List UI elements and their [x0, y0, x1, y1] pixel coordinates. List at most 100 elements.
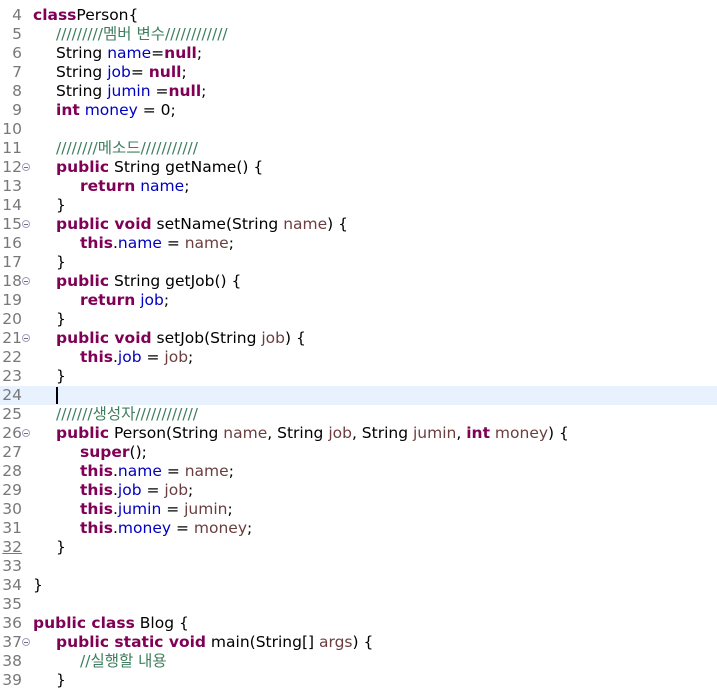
code-token: } — [33, 576, 43, 594]
code-line[interactable]: 35 — [0, 595, 717, 614]
code-text: return name; — [80, 177, 189, 196]
code-line[interactable]: 34} — [0, 576, 717, 595]
code-token: } — [56, 671, 66, 689]
code-token: job — [117, 481, 142, 499]
code-line[interactable]: 6 String name=null; — [0, 44, 717, 63]
code-line[interactable]: 15 public void setName(String name) { — [0, 215, 717, 234]
code-line[interactable]: 12 public String getName() { — [0, 158, 717, 177]
code-line[interactable]: 5 /////////멤버 변수//////////// — [0, 25, 717, 44]
code-token: public — [56, 158, 110, 176]
code-token: setName(String — [151, 215, 284, 233]
code-line[interactable]: 11 ////////메소드/////////// — [0, 139, 717, 158]
collapse-fold-icon[interactable] — [22, 429, 30, 437]
code-line[interactable]: 9 int money = 0; — [0, 101, 717, 120]
line-number: 21 — [2, 329, 22, 347]
code-token: 메소드 — [97, 139, 141, 157]
code-token: = — [171, 519, 194, 537]
code-line[interactable]: 22 this.job = job; — [0, 348, 717, 367]
code-token: ; — [201, 82, 207, 100]
line-number: 32 — [2, 538, 22, 556]
code-line[interactable]: 38 //실행할 내용 — [0, 652, 717, 671]
line-number: 5 — [12, 25, 22, 43]
code-token: Person{ — [76, 6, 139, 24]
code-line[interactable]: 14} — [0, 196, 717, 215]
line-number: 39 — [2, 671, 22, 689]
code-token: this — [80, 481, 113, 499]
code-text: String jumin =null; — [56, 82, 206, 101]
code-token: // — [80, 652, 91, 670]
line-number: 33 — [2, 557, 22, 575]
code-token: ; — [163, 291, 170, 309]
code-token: String — [56, 63, 108, 81]
line-number: 15 — [2, 215, 22, 233]
code-text: int money = 0; — [56, 101, 176, 120]
code-text: } — [56, 367, 66, 386]
collapse-fold-icon[interactable] — [22, 220, 30, 228]
line-number: 12 — [2, 158, 22, 176]
code-token: name — [140, 177, 185, 195]
code-line[interactable]: 32} — [0, 538, 717, 557]
code-line[interactable]: 16 this.name = name; — [0, 234, 717, 253]
code-line[interactable]: 13 return name; — [0, 177, 717, 196]
code-line[interactable]: 29 this.job = job; — [0, 481, 717, 500]
code-line[interactable]: 24 — [0, 386, 717, 405]
code-line[interactable]: 19 return job; — [0, 291, 717, 310]
code-line[interactable]: 4 classPerson{ — [0, 6, 717, 25]
line-number: 30 — [2, 500, 22, 518]
code-token: this — [80, 500, 113, 518]
code-token: ) { — [327, 215, 348, 233]
line-number: 31 — [2, 519, 22, 537]
code-editor[interactable]: 4 classPerson{5/////////멤버 변수////////////… — [0, 0, 717, 692]
line-number: 36 — [2, 614, 22, 632]
code-token: , String — [267, 424, 329, 442]
code-line[interactable]: 26 public Person(String name, String job,… — [0, 424, 717, 443]
collapse-fold-icon[interactable] — [22, 334, 30, 342]
code-text: public void setJob(String job) { — [56, 329, 306, 348]
code-line[interactable]: 21 public void setJob(String job) { — [0, 329, 717, 348]
code-line[interactable]: 30 this.jumin = jumin; — [0, 500, 717, 519]
code-line[interactable]: 8 String jumin =null; — [0, 82, 717, 101]
code-token: job — [164, 348, 189, 366]
code-text: } — [56, 538, 66, 557]
code-text: public Person(String name, String job, S… — [56, 424, 569, 443]
code-token: //////// — [56, 139, 98, 157]
code-token: (); — [129, 443, 147, 461]
code-token: this — [80, 519, 113, 537]
code-line[interactable]: 31 this.money = money; — [0, 519, 717, 538]
code-token: this — [80, 348, 113, 366]
collapse-fold-icon[interactable] — [22, 163, 30, 171]
code-text: } — [56, 671, 66, 690]
collapse-fold-icon[interactable] — [22, 638, 30, 646]
collapse-fold-icon[interactable] — [22, 277, 30, 285]
line-number: 6 — [12, 44, 22, 62]
code-text: } — [56, 196, 66, 215]
code-line[interactable]: 33 — [0, 557, 717, 576]
code-text: public String getName() { — [56, 158, 263, 177]
code-line[interactable]: 23} — [0, 367, 717, 386]
code-line[interactable]: 20} — [0, 310, 717, 329]
code-line[interactable]: 36 public class Blog { — [0, 614, 717, 633]
code-token: this — [80, 234, 113, 252]
code-line[interactable]: 37 public static void main(String[] args)… — [0, 633, 717, 652]
code-token: class — [33, 6, 77, 24]
code-line[interactable]: 10 — [0, 120, 717, 139]
code-line[interactable]: 18 public String getJob() { — [0, 272, 717, 291]
code-text: super(); — [80, 443, 147, 462]
code-line[interactable]: 17} — [0, 253, 717, 272]
code-line[interactable]: 28 this.name = name; — [0, 462, 717, 481]
line-number: 29 — [2, 481, 22, 499]
code-token: jumin — [184, 500, 228, 518]
code-token: args — [318, 633, 353, 651]
line-number: 38 — [2, 652, 22, 670]
line-number: 23 — [2, 367, 22, 385]
code-token: ) { — [352, 633, 374, 651]
code-line[interactable]: 39} — [0, 671, 717, 690]
code-token: } — [56, 310, 66, 328]
code-line[interactable]: 7 String job= null; — [0, 63, 717, 82]
code-line[interactable]: 25 ///////생성자//////////// — [0, 405, 717, 424]
code-token: } — [56, 367, 66, 385]
code-line[interactable]: 27 super(); — [0, 443, 717, 462]
code-token: null — [148, 63, 182, 81]
line-number: 22 — [2, 348, 22, 366]
code-text: public void setName(String name) { — [56, 215, 348, 234]
